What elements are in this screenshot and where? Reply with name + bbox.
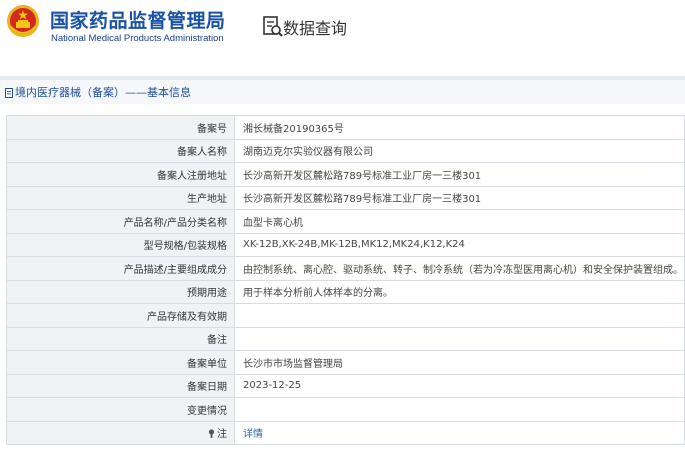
row-value: 用于样本分析前人体样本的分离。 [234,279,685,304]
table-row: 备案人注册地址 长沙高新开发区麓松路789号标准工业厂房一三楼301 [6,162,685,187]
row-label: 预期用途 [6,279,235,304]
document-icon [5,88,13,98]
row-label: 备案日期 [6,373,235,398]
breadcrumb-section[interactable]: 境内医疗器械（备案） [15,86,125,99]
db-title: 数据查询 [283,19,348,38]
row-label-note: 注 [6,420,235,445]
row-value [234,397,685,422]
table-row: 注 详情 [6,420,685,445]
device-info-table: 备案号 湘长械备20190365号 备案人名称 湖南迈克尔实验仪器有限公司 备案人注… [6,115,685,445]
row-value: 详情 [234,420,685,445]
table-row: 备案人名称 湖南迈克尔实验仪器有限公司 [6,138,685,163]
row-value [234,303,685,328]
row-value: 湖南迈克尔实验仪器有限公司 [234,138,685,163]
table-row: 预期用途 用于样本分析前人体样本的分离。 [6,279,685,304]
row-value: 长沙高新开发区麓松路789号标准工业厂房一三楼301 [234,185,685,210]
breadcrumb: 境内医疗器械（备案）——基本信息 [15,84,191,100]
national-emblem-icon [7,5,39,37]
table-row: 产品名称/产品分类名称 血型卡离心机 [6,209,685,234]
row-label: 备注 [6,326,235,351]
table-row: 变更情况 [6,397,685,422]
table-row: 备案单位 长沙市市场监督管理局 [6,350,685,375]
table-row: 生产地址 长沙高新开发区麓松路789号标准工业厂房一三楼301 [6,185,685,210]
site-header: 国家药品监督管理局 National Medical Products Admi… [0,0,685,62]
note-label: 注 [217,429,227,441]
table-row: 产品描述/主要组成成分 由控制系统、离心腔、驱动系统、转子、制冷系统（若为冷冻型医… [6,256,685,281]
breadcrumb-separator: —— [125,86,147,99]
row-label: 产品描述/主要组成成分 [6,256,235,281]
table-row: 产品存储及有效期 [6,303,685,328]
row-label: 备案号 [6,115,235,140]
table-row: 型号规格/包装规格 XK-12B,XK-24B,MK-12B,MK12,MK24,… [6,232,685,257]
database-search-icon [263,16,283,37]
note-icon [208,429,215,439]
org-name-en: National Medical Products Administration [51,33,224,44]
row-label: 产品存储及有效期 [6,303,235,328]
row-label: 备案人注册地址 [6,162,235,187]
row-value: 由控制系统、离心腔、驱动系统、转子、制冷系统（若为冷冻型医用离心机）和安全保护装… [234,256,685,281]
details-link[interactable]: 详情 [243,429,263,440]
row-label: 产品名称/产品分类名称 [6,209,235,234]
table-row: 备注 [6,326,685,351]
row-label: 变更情况 [6,397,235,422]
row-value: 长沙高新开发区麓松路789号标准工业厂房一三楼301 [234,162,685,187]
row-value: 血型卡离心机 [234,209,685,234]
row-label: 备案人名称 [6,138,235,163]
row-label: 备案单位 [6,350,235,375]
row-value: 湘长械备20190365号 [234,115,685,140]
row-value: 2023-12-25 [234,373,685,398]
org-name-cn: 国家药品监督管理局 [50,10,226,32]
breadcrumb-current: 基本信息 [147,86,191,99]
row-label: 生产地址 [6,185,235,210]
row-value: 长沙市市场监督管理局 [234,350,685,375]
row-label: 型号规格/包装规格 [6,232,235,257]
table-row: 备案号 湘长械备20190365号 [6,115,685,140]
table-row: 备案日期 2023-12-25 [6,373,685,398]
row-value [234,326,685,351]
row-value: XK-12B,XK-24B,MK-12B,MK12,MK24,K12,K24 [234,232,685,257]
